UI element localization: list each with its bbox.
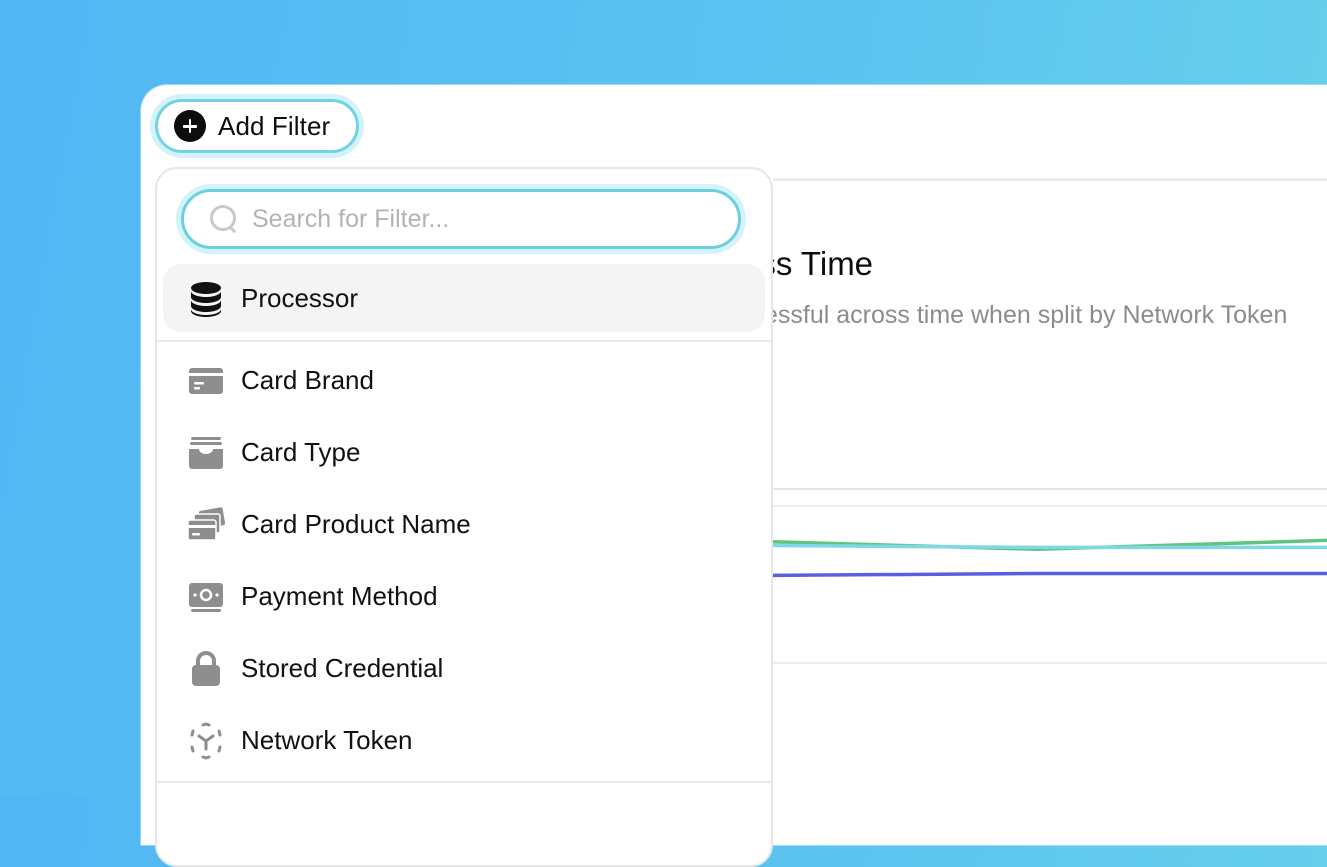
chart-title-text: oss Time xyxy=(773,245,874,282)
filter-option-label: Network Token xyxy=(241,725,413,755)
chart-card-title: oss Time xyxy=(773,235,1327,295)
filter-option-label: Card Brand xyxy=(241,365,374,395)
cards-stack-icon xyxy=(187,507,225,541)
filter-search-box[interactable] xyxy=(181,189,741,249)
database-icon xyxy=(191,282,221,317)
plus-circle-icon xyxy=(174,110,206,142)
section-divider xyxy=(773,178,1327,181)
dropdown-divider xyxy=(157,781,771,783)
add-filter-label: Add Filter xyxy=(218,110,331,141)
filter-dropdown: Processor Card Brand Card Type xyxy=(155,167,773,867)
filter-option-payment-method[interactable]: Payment Method xyxy=(163,562,765,630)
line-chart xyxy=(773,538,1327,578)
filter-option-label: Card Product Name xyxy=(241,509,471,539)
filter-option-card-product-name[interactable]: Card Product Name xyxy=(163,490,765,558)
filter-option-card-type[interactable]: Card Type xyxy=(163,418,765,486)
lock-icon xyxy=(192,651,220,686)
credit-card-icon xyxy=(189,368,223,394)
filter-option-stored-credential[interactable]: Stored Credential xyxy=(163,634,765,702)
filter-search-input[interactable] xyxy=(250,203,734,235)
chart-series-line-2 xyxy=(773,571,1327,578)
scan-token-icon xyxy=(190,722,222,760)
filter-option-label: Processor xyxy=(241,283,359,313)
filter-option-processor[interactable]: Processor xyxy=(163,264,765,332)
add-filter-button[interactable]: Add Filter xyxy=(155,99,359,153)
filter-option-label: Payment Method xyxy=(241,581,438,611)
chart-series-line-1 xyxy=(773,543,1327,550)
filter-option-label: Card Type xyxy=(241,437,361,467)
filter-option-network-token[interactable]: Network Token xyxy=(163,706,765,774)
chart-gridline xyxy=(773,488,1327,490)
filter-option-label: Stored Credential xyxy=(241,653,444,683)
banknote-icon xyxy=(189,583,223,612)
dropdown-divider xyxy=(157,340,771,342)
search-icon xyxy=(210,205,238,233)
filter-option-card-brand[interactable]: Card Brand xyxy=(163,346,765,414)
wallet-icon xyxy=(189,437,223,469)
chart-subtitle-text: essful across time when split by Network… xyxy=(773,301,1288,329)
app-window: Add Filter oss Time essful across time w… xyxy=(141,85,1327,867)
chart-card-subtitle: essful across time when split by Network… xyxy=(773,297,1327,337)
